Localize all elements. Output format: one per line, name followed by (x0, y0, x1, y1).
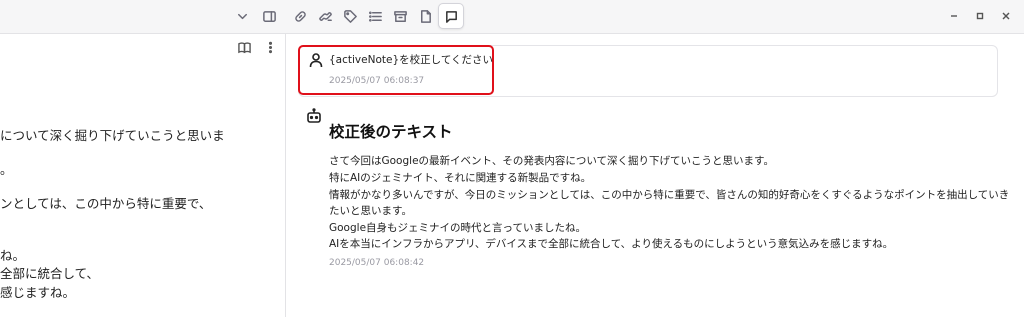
maximize-icon[interactable] (973, 9, 987, 23)
link-alt-icon[interactable] (314, 5, 336, 27)
assistant-line: さて今回はGoogleの最新イベント、その発表内容について深く掘り下げていこうと… (329, 155, 774, 167)
minimize-icon[interactable] (947, 9, 961, 23)
chevron-down-icon[interactable] (231, 5, 253, 27)
file-icon[interactable] (414, 5, 436, 27)
editor-tools (237, 40, 277, 54)
editor-line: 。 (0, 162, 13, 177)
editor-line: 感じますね。 (0, 285, 76, 300)
assistant-line: たいと思います。 (329, 205, 412, 217)
editor-pane[interactable]: について深く掘り下げていこうと思いま 。 ンとしては、この中から特に重要で、 ね… (0, 34, 286, 317)
user-message-timestamp: 2025/05/07 06:08:37 (329, 76, 425, 86)
tag-icon[interactable] (339, 5, 361, 27)
archive-icon[interactable] (389, 5, 411, 27)
editor-line: ンとしては、この中から特に重要で、 (0, 196, 212, 211)
chat-icon[interactable] (438, 3, 464, 29)
user-icon (308, 52, 324, 68)
assistant-message-timestamp: 2025/05/07 06:08:42 (329, 258, 425, 268)
assistant-line: Google自身もジェミナイの時代と言っていましたね。 (329, 222, 587, 234)
sidebar-toggle-icon[interactable] (258, 5, 280, 27)
user-message-text: {activeNote}を校正してください (329, 54, 494, 66)
book-icon[interactable] (237, 40, 251, 54)
editor-line: ね。 (0, 248, 26, 263)
editor-line: について深く掘り下げていこうと思いま (0, 128, 225, 143)
chat-pane: {activeNote}を校正してください 2025/05/07 06:08:3… (286, 34, 1024, 317)
more-options-icon[interactable] (263, 40, 277, 54)
editor-line: 全部に統合して、 (0, 266, 100, 281)
link-icon[interactable] (289, 5, 311, 27)
assistant-heading: 校正後のテキスト (329, 123, 453, 141)
assistant-line: 特にAIのジェミナイト、それに関連する新製品ですね。 (329, 172, 592, 184)
top-toolbar (0, 0, 1024, 34)
list-icon[interactable] (364, 5, 386, 27)
assistant-line: AIを本当にインフラからアプリ、デバイスまで全部に統合して、より使えるものにしよ… (329, 238, 894, 250)
close-icon[interactable] (999, 9, 1013, 23)
bot-icon (306, 108, 322, 124)
assistant-line: 情報がかなり多いんですが、今日のミッションとしては、この中から特に重要で、皆さん… (329, 189, 1010, 201)
